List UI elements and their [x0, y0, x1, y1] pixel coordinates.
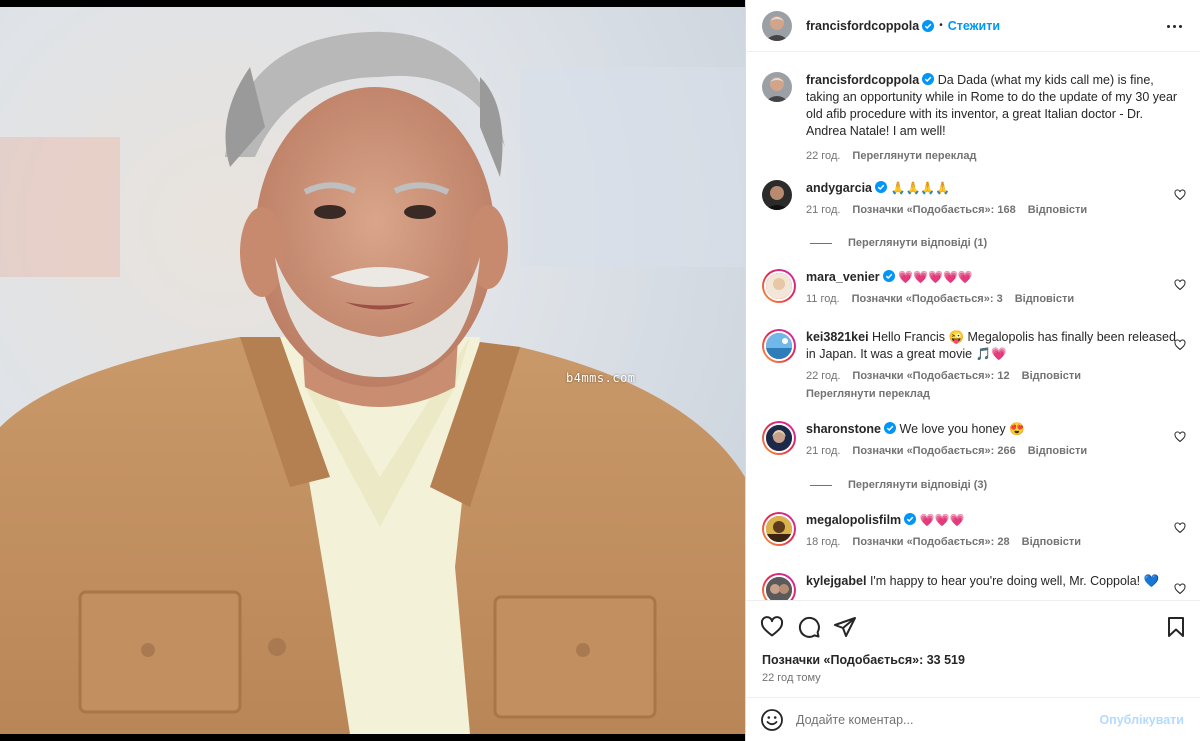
comment-likes-count[interactable]: Позначки «Подобається»: 168	[852, 202, 1015, 219]
comment-text: I'm happy to hear you're doing well, Mr.…	[869, 574, 1160, 588]
verified-badge-icon	[884, 422, 897, 434]
emoji-smiley-icon[interactable]	[760, 708, 784, 732]
story-ring-avatar[interactable]	[762, 421, 796, 455]
comment-username[interactable]: sharonstone	[806, 422, 881, 436]
action-icons-row	[760, 615, 1188, 639]
like-comment-heart-icon[interactable]	[1174, 583, 1186, 595]
comment-time[interactable]: 18 год.	[806, 534, 840, 551]
header-separator: •	[939, 20, 943, 31]
post-timestamp[interactable]: 22 год тому	[762, 672, 821, 684]
comment-time[interactable]: 21 год.	[806, 443, 840, 460]
comment-text: 🙏🙏🙏🙏	[890, 181, 951, 195]
comment-likes-count[interactable]: Позначки «Подобається»: 28	[852, 534, 1009, 551]
verified-badge-icon	[882, 270, 895, 282]
view-replies-link[interactable]: Переглянути відповіді (1)	[810, 237, 987, 249]
comment-username[interactable]: kei3821kei	[806, 330, 869, 344]
caption-username[interactable]: francisfordcoppola	[806, 73, 919, 87]
see-translation-link[interactable]: Переглянути переклад	[852, 148, 976, 165]
instagram-post-view: b4mms.com francisfordcoppola • Стежити f	[0, 0, 1200, 741]
verified-badge-icon	[904, 513, 917, 525]
story-ring-avatar[interactable]	[762, 329, 796, 363]
like-comment-heart-icon[interactable]	[1174, 522, 1186, 534]
comment-item: sharonstone We love you honey 😍 21 год. …	[762, 421, 1186, 460]
comments-list[interactable]: francisfordcoppola Da Dada (what my kids…	[746, 53, 1200, 600]
like-heart-icon[interactable]	[760, 615, 784, 639]
author-avatar[interactable]	[762, 10, 792, 41]
add-comment-bar: Опублікувати	[746, 697, 1200, 741]
reply-button[interactable]: Відповісти	[1015, 291, 1074, 308]
comment-bubble-icon[interactable]	[797, 615, 821, 639]
caption-avatar[interactable]	[762, 72, 792, 102]
comment-item: megalopolisfilm 💗💗💗 18 год. Позначки «По…	[762, 512, 1186, 551]
like-comment-heart-icon[interactable]	[1174, 339, 1186, 351]
comment-text: We love you honey 😍	[899, 422, 1025, 436]
caption: francisfordcoppola Da Dada (what my kids…	[762, 72, 1186, 165]
reply-button[interactable]: Відповісти	[1028, 443, 1087, 460]
see-translation-link[interactable]: Переглянути переклад	[806, 386, 1186, 403]
comment-time[interactable]: 22 год.	[806, 368, 840, 385]
post-side-panel: francisfordcoppola • Стежити francisford…	[745, 0, 1200, 741]
comment-item: kei3821kei Hello Francis 😜 Megalopolis h…	[762, 329, 1186, 403]
verified-badge-icon	[875, 181, 888, 193]
reply-button[interactable]: Відповісти	[1022, 368, 1081, 385]
view-replies-label[interactable]: Переглянути відповіді (1)	[848, 237, 987, 249]
comment-avatar[interactable]	[762, 180, 792, 210]
post-likes-count[interactable]: Позначки «Подобається»: 33 519	[762, 653, 965, 667]
comment-likes-count[interactable]: Позначки «Подобається»: 12	[852, 368, 1009, 385]
comment-time[interactable]: 21 год.	[806, 202, 840, 219]
post-media[interactable]: b4mms.com	[0, 0, 745, 741]
story-ring-avatar[interactable]	[762, 512, 796, 546]
comment-input[interactable]	[796, 712, 1100, 727]
verified-badge-icon	[922, 19, 935, 32]
comment-item: andygarcia 🙏🙏🙏🙏 21 год. Позначки «Подоба…	[762, 180, 1186, 219]
post-header: francisfordcoppola • Стежити	[746, 0, 1200, 52]
publish-comment-button[interactable]: Опублікувати	[1099, 713, 1184, 727]
view-replies-link[interactable]: Переглянути відповіді (3)	[810, 479, 987, 491]
comment-username[interactable]: andygarcia	[806, 181, 872, 195]
comment-username[interactable]: kylejgabel	[806, 574, 866, 588]
reply-button[interactable]: Відповісти	[1028, 202, 1087, 219]
comment-likes-count[interactable]: Позначки «Подобається»: 3	[852, 291, 1003, 308]
comment-item: kylejgabel I'm happy to hear you're doin…	[762, 573, 1186, 600]
like-comment-heart-icon[interactable]	[1174, 189, 1186, 201]
like-comment-heart-icon[interactable]	[1174, 431, 1186, 443]
watermark-text: b4mms.com	[566, 371, 636, 385]
more-options-icon[interactable]	[1162, 14, 1186, 38]
comment-likes-count[interactable]: Позначки «Подобається»: 266	[852, 443, 1015, 460]
share-paper-plane-icon[interactable]	[833, 615, 857, 639]
author-username[interactable]: francisfordcoppola	[806, 19, 919, 33]
caption-time[interactable]: 22 год.	[806, 148, 840, 165]
comment-text: 💗💗💗💗💗	[898, 270, 973, 284]
post-photo: b4mms.com	[0, 7, 745, 734]
comment-username[interactable]: mara_venier	[806, 270, 880, 284]
follow-button[interactable]: Стежити	[948, 19, 1000, 33]
story-ring-avatar[interactable]	[762, 269, 796, 303]
comment-text: 💗💗💗	[919, 513, 965, 527]
comment-time[interactable]: 11 год.	[806, 291, 840, 308]
replies-divider	[810, 242, 832, 244]
post-actions: Позначки «Подобається»: 33 519 22 год то…	[746, 600, 1200, 696]
save-bookmark-icon[interactable]	[1164, 615, 1188, 639]
verified-badge-icon	[922, 73, 935, 85]
story-ring-avatar[interactable]	[762, 573, 796, 600]
comment-item: mara_venier 💗💗💗💗💗 11 год. Позначки «Подо…	[762, 269, 1186, 308]
replies-divider	[810, 484, 832, 486]
reply-button[interactable]: Відповісти	[1022, 534, 1081, 551]
view-replies-label[interactable]: Переглянути відповіді (3)	[848, 479, 987, 491]
like-comment-heart-icon[interactable]	[1174, 279, 1186, 291]
comment-username[interactable]: megalopolisfilm	[806, 513, 901, 527]
